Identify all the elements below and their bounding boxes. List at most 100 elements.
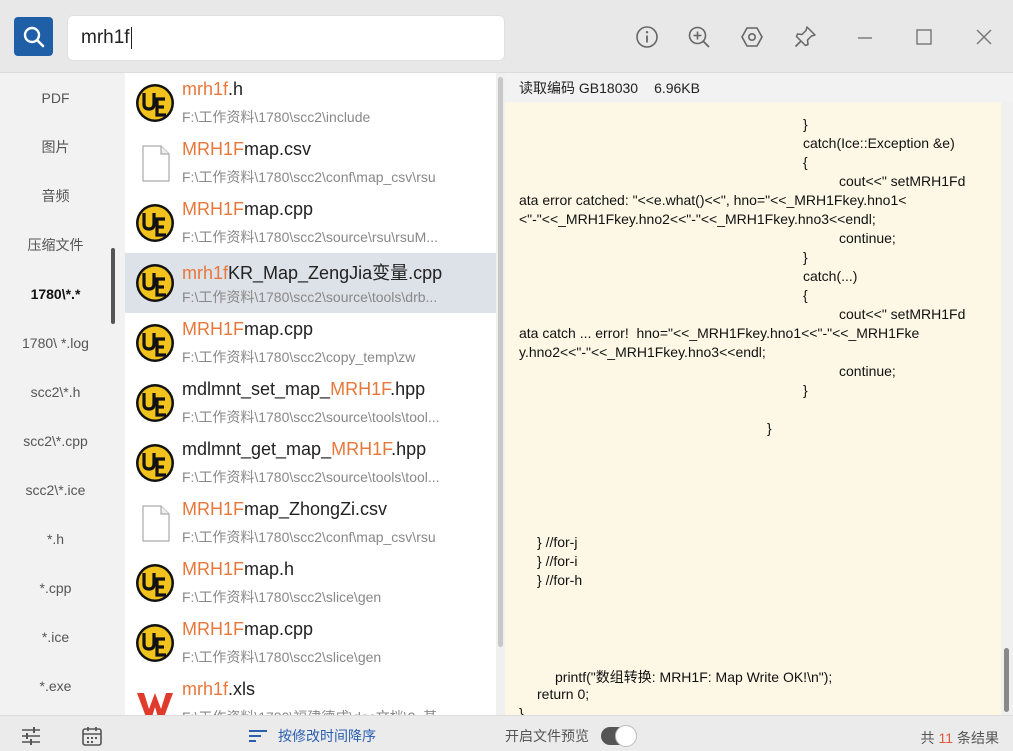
filter-item[interactable]: *.exe xyxy=(0,661,111,710)
file-name-match: MRH1F xyxy=(182,559,244,579)
preview-scrollbar-thumb[interactable] xyxy=(1004,648,1009,712)
result-item[interactable]: MRH1Fmap.csv F:\工作资料\1780\scc2\conf\map_c… xyxy=(125,133,496,193)
search-input[interactable]: mrh1f xyxy=(67,15,505,61)
ue-icon xyxy=(136,444,174,482)
filter-scrollbar[interactable] xyxy=(111,248,115,324)
ue-icon xyxy=(136,84,174,122)
settings-button[interactable] xyxy=(739,24,765,50)
result-file-path: F:\工作资料\1780\scc2\source\tools\tool... xyxy=(182,409,440,425)
result-file-name: mrh1fKR_Map_ZengJia变量.cpp xyxy=(182,259,442,285)
filter-item[interactable]: *.ice xyxy=(0,612,111,661)
code-line: } xyxy=(519,705,524,715)
result-item[interactable]: mdlmnt_get_map_MRH1F.hpp F:\工作资料\1780\scc… xyxy=(125,433,496,493)
file-name-match: MRH1F xyxy=(182,199,244,219)
result-item[interactable]: mdlmnt_set_map_MRH1F.hpp F:\工作资料\1780\scc… xyxy=(125,373,496,433)
result-file-path: F:\工作资料\1780\scc2\conf\map_csv\rsu xyxy=(182,169,436,185)
code-line: } xyxy=(767,420,772,436)
filter-item[interactable]: 压缩文件 xyxy=(0,220,111,269)
file-name-suffix: .h xyxy=(228,79,244,99)
preview-encoding: 读取编码 GB18030 xyxy=(519,79,639,96)
result-file-name: MRH1Fmap.csv xyxy=(182,139,311,160)
filter-item[interactable]: 图片 xyxy=(0,122,111,171)
code-line: } xyxy=(803,116,808,132)
result-item[interactable]: MRH1Fmap.cpp F:\工作资料\1780\scc2\copy_temp\… xyxy=(125,313,496,373)
search-button[interactable] xyxy=(14,17,53,56)
maximize-button[interactable] xyxy=(911,24,937,50)
code-line: continue; xyxy=(839,363,896,379)
file-name-match: mrh1f xyxy=(182,263,229,283)
close-button[interactable] xyxy=(971,24,997,50)
file-name-suffix: map.h xyxy=(244,559,295,579)
zoom-in-button[interactable] xyxy=(686,24,712,50)
result-item[interactable]: mrh1fKR_Map_ZengJia变量.cpp F:\工作资料\1780\sc… xyxy=(125,253,496,313)
file-name-suffix: KR_Map_ZengJia变量.cpp xyxy=(228,263,443,283)
preview-switch[interactable] xyxy=(601,725,637,747)
result-file-name: mrh1f.h xyxy=(182,79,243,100)
code-line: printf("数组转换: MRH1F: Map Write OK!\n"); xyxy=(555,669,833,685)
code-line: catch(Ice::Exception &e) xyxy=(803,135,955,151)
code-line: cout<<" setMRH1Fd xyxy=(839,173,966,189)
result-item[interactable]: mrh1f.h F:\工作资料\1780\scc2\include xyxy=(125,73,496,133)
filter-item[interactable]: *.cpp xyxy=(0,563,111,612)
code-line: ata error catched: "<<e.what()<<", hno="… xyxy=(519,192,907,208)
filter-item[interactable]: scc2\*.cpp xyxy=(0,416,111,465)
code-line: { xyxy=(803,154,808,170)
file-name-match: MRH1F xyxy=(182,139,244,159)
close-icon xyxy=(976,29,992,45)
filter-item[interactable]: 1780\*.* xyxy=(0,269,111,318)
result-item[interactable]: MRH1Fmap_ZhongZi.csv F:\工作资料\1780\scc2\co… xyxy=(125,493,496,553)
result-scrollbar-thumb[interactable] xyxy=(498,77,503,647)
minimize-button[interactable] xyxy=(852,24,878,50)
result-item[interactable]: MRH1Fmap.cpp F:\工作资料\1780\scc2\source\rsu… xyxy=(125,193,496,253)
filter-item[interactable]: PDF xyxy=(0,73,111,122)
filter-item[interactable]: 1780\ *.log xyxy=(0,318,111,367)
bottom-bar: 按修改时间降序 开启文件预览 共 11 条结果 xyxy=(0,715,1013,751)
search-query: mrh1f xyxy=(81,27,130,48)
sort-button[interactable]: 按修改时间降序 xyxy=(248,726,376,746)
code-line: <"-"<<_MRH1Fkey.hno2<<"-"<<_MRH1Fkey.hno… xyxy=(519,211,876,227)
result-file-path: F:\工作资料\1780\scc2\slice\gen xyxy=(182,649,382,665)
file-name-suffix: .hpp xyxy=(390,379,426,399)
file-name-prefix: mdlmnt_set_map_ xyxy=(182,379,331,399)
result-file-path: F:\工作资料\1780\scc2\copy_temp\zw xyxy=(182,349,416,365)
filter-settings-icon[interactable] xyxy=(20,725,42,747)
preview-scrollbar[interactable] xyxy=(1001,102,1013,715)
filter-item[interactable]: 音频 xyxy=(0,171,111,220)
result-file-path: F:\工作资料\1780\scc2\source\tools\drb... xyxy=(182,289,438,305)
file-name-suffix: map.cpp xyxy=(244,319,314,339)
file-preview[interactable]: } catch(Ice::Exception &e){cout<<" setMRH… xyxy=(505,102,1001,715)
result-file-name: MRH1Fmap.cpp xyxy=(182,199,313,220)
ue-icon xyxy=(136,384,174,422)
preview-toggle[interactable]: 开启文件预览 xyxy=(505,725,637,747)
filter-item[interactable]: *.h xyxy=(0,514,111,563)
preview-header: 读取编码 GB18030 6.96KB xyxy=(505,73,1013,102)
code-line: y.hno2<<"-"<<_MRH1Fkey.hno3<<endl; xyxy=(519,344,766,360)
ue-icon xyxy=(136,324,174,362)
ue-icon xyxy=(136,264,174,302)
filter-item[interactable]: scc2\*.ice xyxy=(0,465,111,514)
wps-icon xyxy=(137,693,173,715)
calendar-icon[interactable] xyxy=(81,725,103,747)
code-line: { xyxy=(803,287,808,303)
preview-toggle-label: 开启文件预览 xyxy=(505,728,589,744)
info-button[interactable] xyxy=(634,24,660,50)
result-item[interactable]: MRH1Fmap.cpp F:\工作资料\1780\scc2\slice\gen xyxy=(125,613,496,673)
pin-button[interactable] xyxy=(792,24,818,50)
file-name-suffix: map.cpp xyxy=(244,199,314,219)
result-file-name: mdlmnt_set_map_MRH1F.hpp xyxy=(182,379,425,400)
result-file-path: F:\工作资料\1780\福建德成\doc文档\2_基... xyxy=(182,707,482,715)
result-item[interactable]: MRH1Fmap.h F:\工作资料\1780\scc2\slice\gen xyxy=(125,553,496,613)
file-name-suffix: .hpp xyxy=(391,439,427,459)
result-item[interactable]: mrh1f.xls F:\工作资料\1780\福建德成\doc文档\2_基... xyxy=(125,673,496,715)
file-name-suffix: map_ZhongZi.csv xyxy=(244,499,388,519)
pin-icon xyxy=(794,26,816,48)
file-name-suffix: .xls xyxy=(228,679,256,699)
ue-icon xyxy=(136,564,174,602)
file-name-match: mrh1f xyxy=(182,79,229,99)
filter-item[interactable]: scc2\*.h xyxy=(0,367,111,416)
code-line: catch(...) xyxy=(803,268,858,284)
result-scrollbar[interactable] xyxy=(496,73,505,715)
code-line: } //for-h xyxy=(537,572,583,588)
zoom-in-icon xyxy=(688,26,710,48)
file-name-match: MRH1F xyxy=(182,319,244,339)
